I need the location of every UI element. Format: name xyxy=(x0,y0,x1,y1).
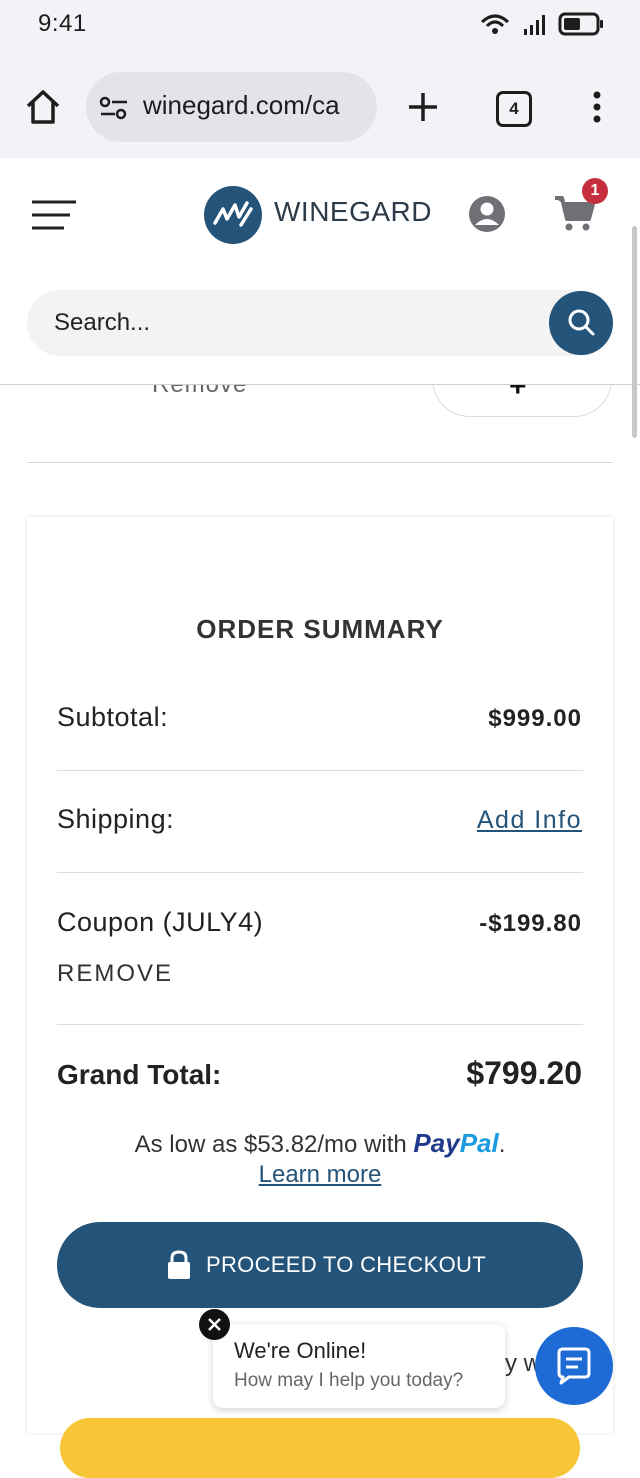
brand-name[interactable]: WINEGARD xyxy=(274,196,432,228)
paypal-period: . xyxy=(498,1131,506,1158)
battery-icon xyxy=(558,12,603,36)
divider xyxy=(57,872,583,873)
divider xyxy=(57,1024,583,1025)
account-icon[interactable] xyxy=(468,195,506,233)
remove-coupon-link[interactable]: REMOVE xyxy=(57,960,173,988)
chat-icon xyxy=(557,1347,591,1385)
site-settings-icon[interactable] xyxy=(99,95,129,121)
add-shipping-info-link[interactable]: Add Info xyxy=(477,806,582,835)
checkout-button-label[interactable]: PROCEED TO CHECKOUT xyxy=(206,1252,486,1278)
status-icons xyxy=(480,12,603,36)
quantity-increase-button[interactable]: + xyxy=(509,385,527,404)
paypal-financing-message: As low as $53.82/mo with PayPal. xyxy=(0,1128,640,1159)
order-summary-title: ORDER SUMMARY xyxy=(196,614,444,644)
paypal-logo-pay: Pay xyxy=(413,1128,460,1158)
tab-switcher-button[interactable]: 4 xyxy=(496,91,532,127)
grand-total-value: $799.20 xyxy=(466,1055,582,1091)
learn-more-link: Learn more xyxy=(0,1161,640,1189)
coupon-label: Coupon (JULY4) xyxy=(57,907,264,937)
lock-icon xyxy=(168,1250,190,1279)
search-placeholder[interactable]: Search... xyxy=(54,309,150,337)
quantity-stepper: + xyxy=(432,385,612,417)
chat-greeting-subtitle[interactable]: How may I help you today? xyxy=(234,1370,463,1392)
cart-item-row-partial: Remove + xyxy=(0,385,640,433)
shipping-label: Shipping: xyxy=(57,804,175,834)
wifi-icon xyxy=(480,14,510,34)
paypal-checkout-button[interactable] xyxy=(60,1418,580,1478)
search-icon xyxy=(568,309,595,336)
search-button[interactable] xyxy=(549,291,613,355)
url-text[interactable]: winegard.com/ca xyxy=(143,90,365,121)
home-icon[interactable] xyxy=(24,88,62,126)
paypal-financing-text: As low as $53.82/mo with xyxy=(134,1131,407,1158)
chat-launcher-button[interactable] xyxy=(535,1327,613,1405)
subtotal-value: $999.00 xyxy=(488,705,582,732)
winegard-logo-icon[interactable] xyxy=(203,185,263,245)
signal-icon xyxy=(524,15,545,35)
learn-more-text[interactable]: Learn more xyxy=(259,1161,382,1188)
remove-item-link[interactable]: Remove xyxy=(152,385,247,399)
divider xyxy=(27,462,613,463)
paypal-logo-pal: Pal xyxy=(459,1128,499,1158)
chat-greeting-title[interactable]: We're Online! xyxy=(234,1338,366,1364)
divider xyxy=(57,770,583,771)
status-time: 9:41 xyxy=(38,10,87,37)
chat-close-button[interactable] xyxy=(199,1309,230,1340)
subtotal-label: Subtotal: xyxy=(57,702,169,732)
more-menu-icon[interactable] xyxy=(588,90,606,124)
cart-count-badge: 1 xyxy=(582,178,608,204)
paypal-logo: PayPal xyxy=(413,1128,498,1158)
chat-greeting-bubble[interactable] xyxy=(213,1324,505,1408)
hamburger-menu-icon[interactable] xyxy=(30,198,78,232)
close-icon xyxy=(208,1318,221,1331)
grand-total-label: Grand Total: xyxy=(57,1059,222,1090)
new-tab-icon[interactable] xyxy=(407,91,439,123)
coupon-value: -$199.80 xyxy=(479,910,582,937)
